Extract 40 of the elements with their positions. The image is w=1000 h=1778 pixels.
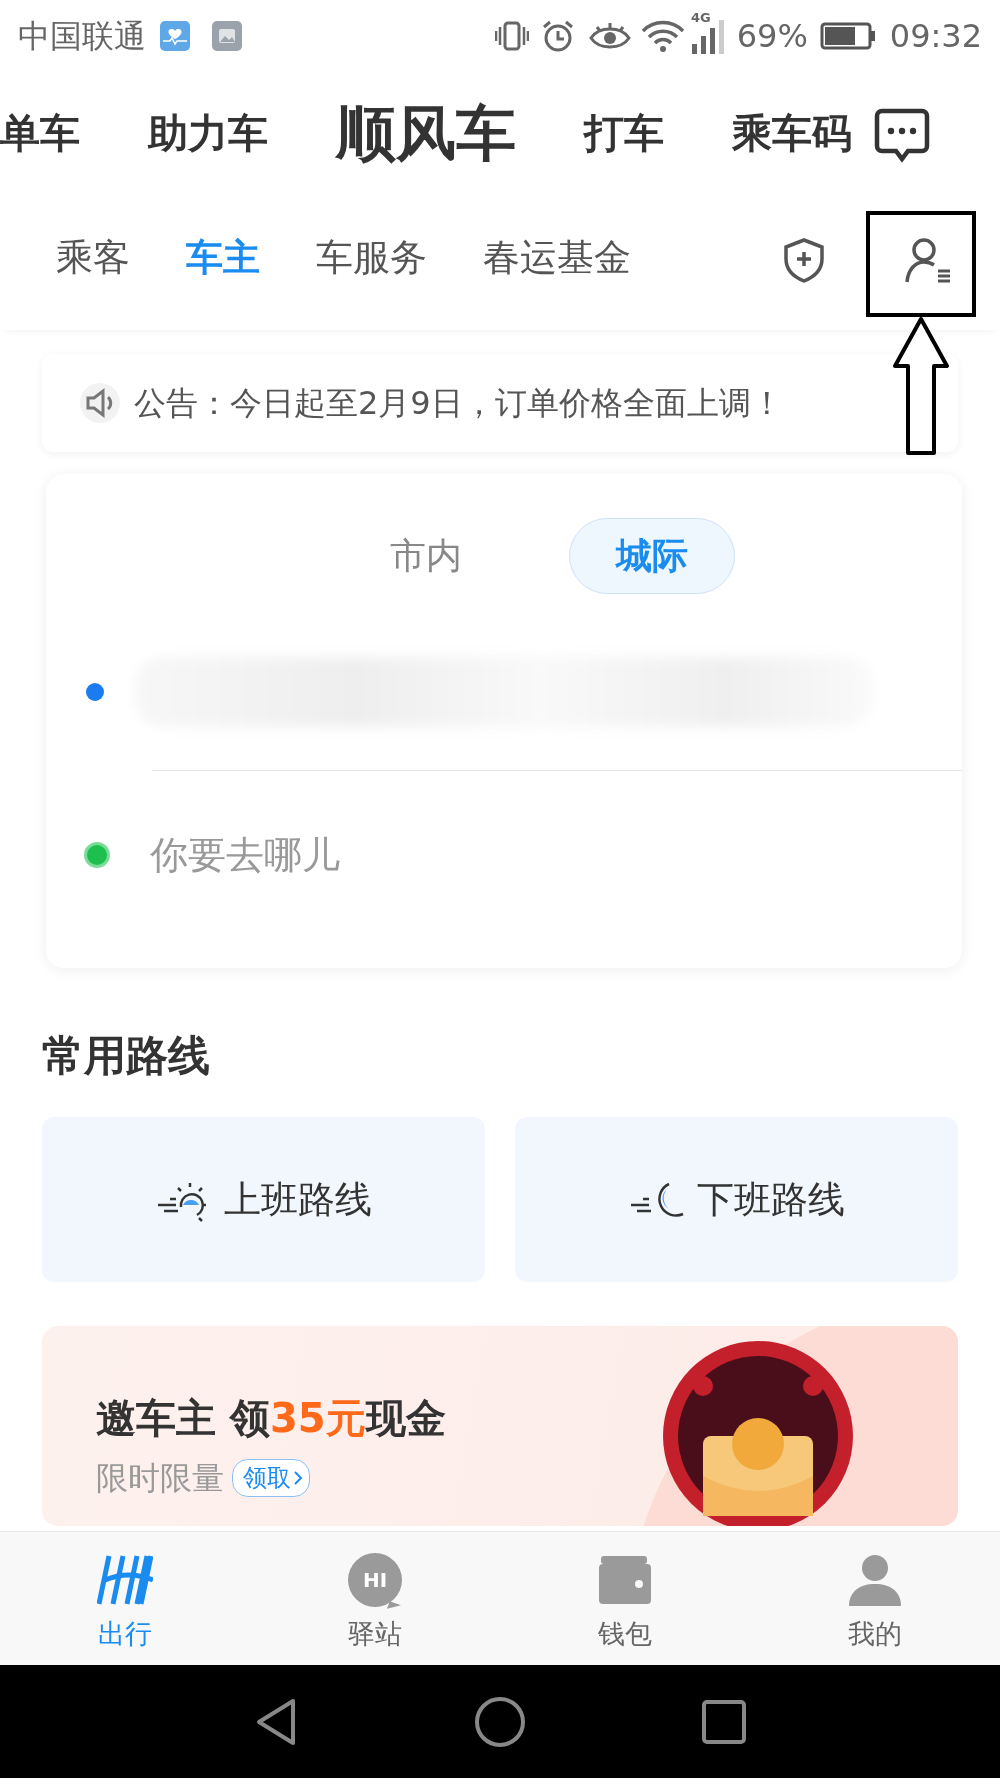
person-icon	[847, 1552, 903, 1608]
nav-tab[interactable]: 钱包	[500, 1532, 750, 1665]
promo-banner[interactable]: 邀车主 领35元现金 限时限量 领取	[42, 1326, 958, 1526]
shield-icon[interactable]	[782, 237, 826, 283]
tab[interactable]: 单车	[0, 103, 80, 181]
destination-field[interactable]: 你要去哪儿	[148, 825, 748, 885]
carrier-text: 中国联通	[18, 16, 146, 57]
message-icon[interactable]	[874, 107, 930, 163]
mode-tab[interactable]: 市内	[343, 518, 509, 594]
tab[interactable]: 助力车	[148, 103, 268, 181]
vibrate-icon	[494, 19, 529, 53]
tab[interactable]: 打车	[584, 103, 664, 181]
route-button[interactable]: 下班路线	[515, 1117, 958, 1282]
tab[interactable]: 顺风车	[336, 88, 516, 196]
tab[interactable]: 车服务	[316, 230, 427, 302]
nav-tab[interactable]: HI 驿站	[250, 1532, 500, 1665]
chevron-icon	[293, 1470, 303, 1486]
promo-title: 邀车主 领35元现金	[96, 1394, 447, 1443]
route-button[interactable]: 上班路线	[42, 1117, 485, 1282]
battery-icon	[819, 21, 876, 51]
notice-text: 公告：今日起至2月9日，订单价格全面上调！	[134, 383, 783, 424]
wifi-icon	[640, 19, 685, 53]
tab[interactable]: 乘车码	[732, 103, 852, 181]
section-title: 常用路线	[42, 1030, 211, 1082]
alarm-icon	[540, 19, 575, 53]
home-icon[interactable]	[474, 1695, 526, 1748]
user-menu-icon[interactable]	[904, 236, 952, 284]
origin-dot	[86, 683, 104, 701]
battery-text: 69%	[736, 16, 808, 57]
recents-icon[interactable]	[701, 1698, 747, 1745]
destination-dot	[84, 842, 110, 868]
image-icon	[212, 21, 242, 51]
tab[interactable]: 乘客	[56, 230, 130, 302]
speaker-icon	[80, 383, 120, 423]
promo-subtitle: 限时限量	[96, 1458, 224, 1499]
network-text: 4G	[690, 9, 711, 27]
nav-tab[interactable]: 我的	[750, 1532, 1000, 1665]
time-text: 09:32	[889, 16, 982, 57]
tab[interactable]: 春运基金	[483, 230, 631, 302]
heart-rate-icon	[160, 21, 190, 51]
